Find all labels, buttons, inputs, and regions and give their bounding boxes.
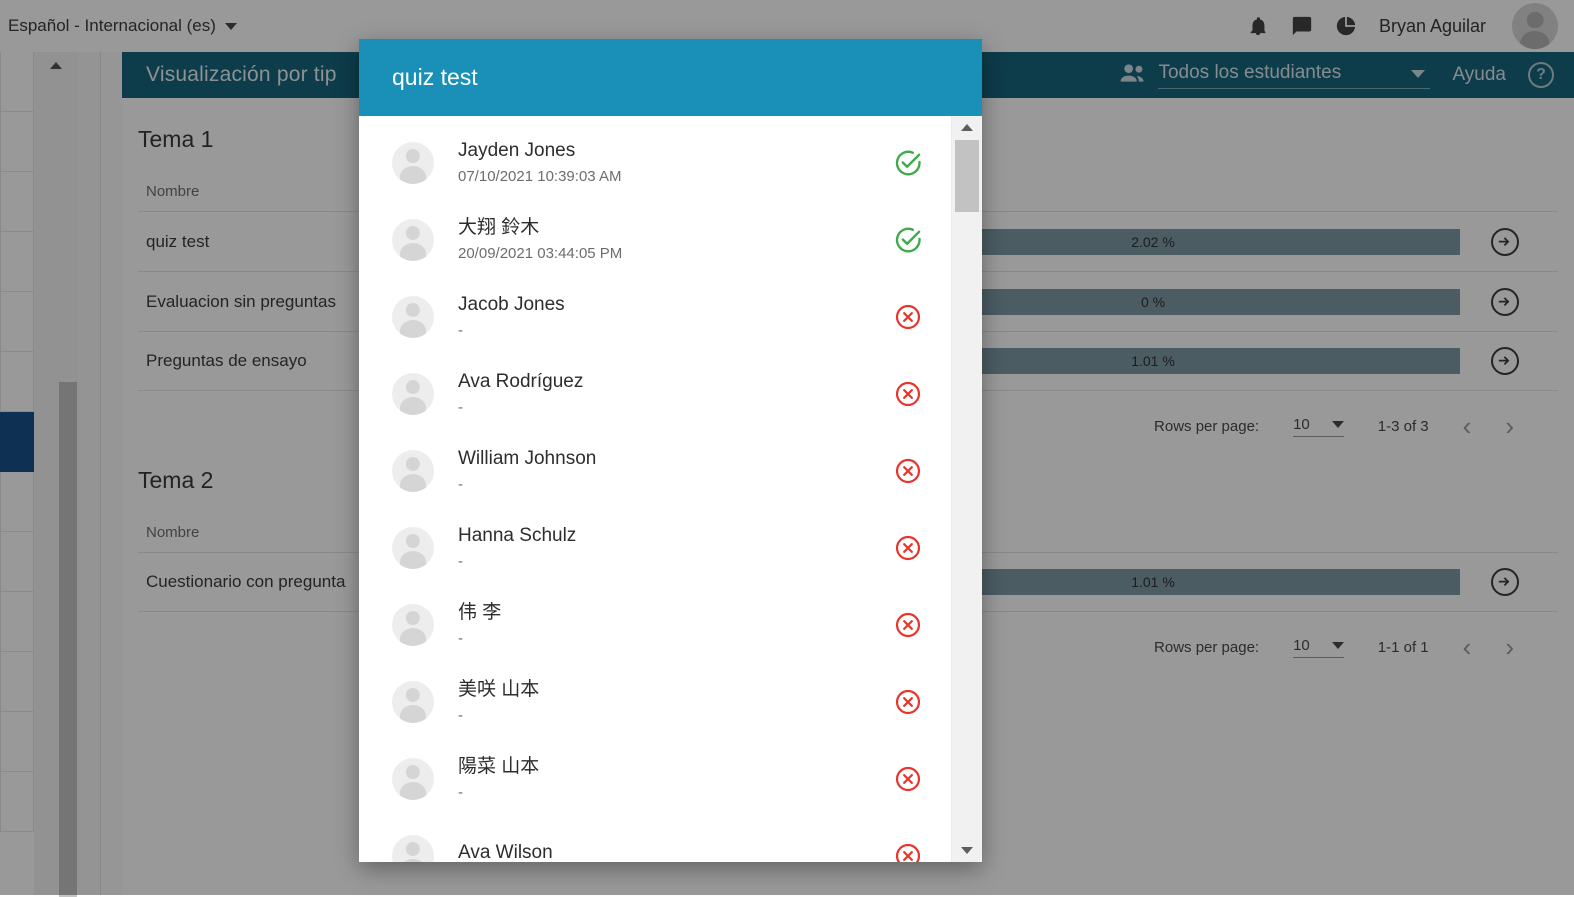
dialog-body: Jayden Jones 07/10/2021 10:39:03 AM 大翔 鈴木 2… [359, 116, 982, 862]
student-completion-date: - [458, 553, 865, 571]
student-completion-date: 07/10/2021 10:39:03 AM [458, 168, 865, 186]
status-incomplete-icon [865, 457, 951, 485]
status-incomplete-icon [865, 303, 951, 331]
student-name: 大翔 鈴木 [458, 216, 865, 241]
student-info: Ava Rodríguez - [458, 370, 865, 417]
student-status-dialog: quiz test Jayden Jones 07/10/2021 10:39:0… [359, 39, 982, 862]
student-row[interactable]: Jayden Jones 07/10/2021 10:39:03 AM [359, 124, 951, 201]
student-info: William Johnson - [458, 447, 865, 494]
student-name: William Johnson [458, 447, 865, 472]
student-row[interactable]: 大翔 鈴木 20/09/2021 03:44:05 PM [359, 201, 951, 278]
status-complete-icon [865, 148, 951, 178]
student-name: 陽菜 山本 [458, 755, 865, 780]
student-completion-date: - [458, 399, 865, 417]
status-incomplete-icon [865, 688, 951, 716]
student-completion-date: 20/09/2021 03:44:05 PM [458, 245, 865, 263]
student-info: Ava Wilson [458, 841, 865, 862]
student-info: 伟 李 - [458, 601, 865, 648]
student-name: 伟 李 [458, 601, 865, 626]
avatar [392, 296, 434, 338]
student-info: Jacob Jones - [458, 293, 865, 340]
status-complete-icon [865, 225, 951, 255]
student-info: 陽菜 山本 - [458, 755, 865, 802]
avatar [392, 758, 434, 800]
student-row[interactable]: 伟 李 - [359, 586, 951, 663]
student-info: Hanna Schulz - [458, 524, 865, 571]
student-info: 大翔 鈴木 20/09/2021 03:44:05 PM [458, 216, 865, 263]
student-name: Jayden Jones [458, 139, 865, 164]
student-name: 美咲 山本 [458, 678, 865, 703]
student-name: Hanna Schulz [458, 524, 865, 549]
student-info: 美咲 山本 - [458, 678, 865, 725]
status-incomplete-icon [865, 534, 951, 562]
avatar [392, 604, 434, 646]
avatar [392, 835, 434, 863]
student-completion-date: - [458, 322, 865, 340]
student-info: Jayden Jones 07/10/2021 10:39:03 AM [458, 139, 865, 186]
student-name: Jacob Jones [458, 293, 865, 318]
scroll-up-arrow-icon[interactable] [961, 124, 973, 131]
student-name: Ava Rodríguez [458, 370, 865, 395]
avatar [392, 219, 434, 261]
student-row[interactable]: Ava Wilson [359, 817, 951, 862]
student-row[interactable]: Hanna Schulz - [359, 509, 951, 586]
student-completion-date: - [458, 630, 865, 648]
status-incomplete-icon [865, 380, 951, 408]
status-incomplete-icon [865, 842, 951, 863]
avatar [392, 450, 434, 492]
student-row[interactable]: Ava Rodríguez - [359, 355, 951, 432]
avatar [392, 373, 434, 415]
student-list: Jayden Jones 07/10/2021 10:39:03 AM 大翔 鈴木 2… [359, 116, 951, 862]
student-name: Ava Wilson [458, 841, 865, 862]
status-incomplete-icon [865, 765, 951, 793]
student-row[interactable]: William Johnson - [359, 432, 951, 509]
avatar [392, 681, 434, 723]
scroll-down-arrow-icon[interactable] [961, 847, 973, 854]
student-completion-date: - [458, 707, 865, 725]
status-incomplete-icon [865, 611, 951, 639]
avatar [392, 142, 434, 184]
dialog-title: quiz test [359, 39, 982, 116]
student-row[interactable]: Jacob Jones - [359, 278, 951, 355]
student-completion-date: - [458, 476, 865, 494]
student-completion-date: - [458, 784, 865, 802]
dialog-scrollbar[interactable] [951, 116, 982, 862]
avatar [392, 527, 434, 569]
student-row[interactable]: 陽菜 山本 - [359, 740, 951, 817]
scrollbar-thumb[interactable] [955, 140, 979, 212]
student-row[interactable]: 美咲 山本 - [359, 663, 951, 740]
